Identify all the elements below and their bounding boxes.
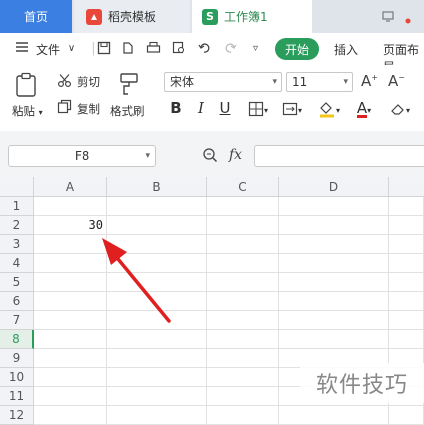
annotation-arrow [102, 238, 171, 323]
watermark: 软件技巧 [300, 363, 424, 403]
